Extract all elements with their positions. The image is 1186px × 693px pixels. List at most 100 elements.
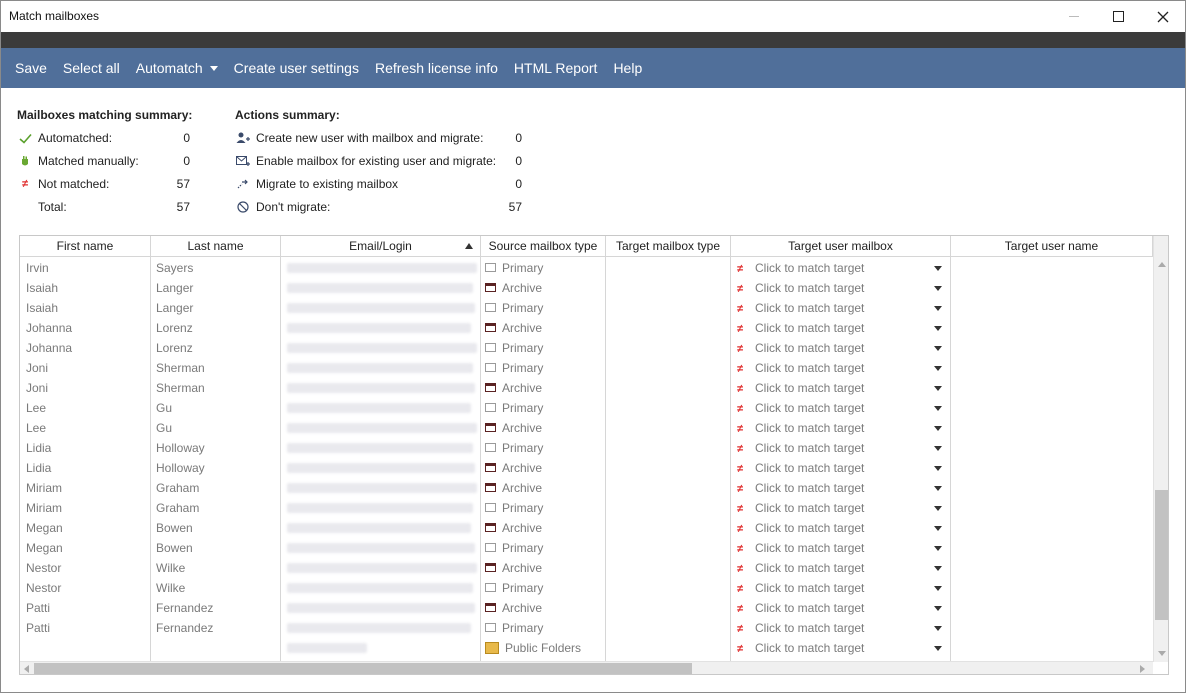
chevron-down-icon[interactable] (934, 286, 942, 291)
chevron-down-icon[interactable] (934, 406, 942, 411)
summary-label: Automatched: (38, 131, 113, 145)
archive-mailbox-icon (485, 323, 496, 333)
table-row[interactable]: Lee Gu Archive ≠ Click to match target (20, 418, 1153, 438)
horizontal-scroll-thumb[interactable] (34, 663, 692, 674)
table-row[interactable]: Johanna Lorenz Primary ≠ Click to match targ… (20, 338, 1153, 358)
table-row[interactable]: Miriam Graham Primary ≠ Click to match targe… (20, 498, 1153, 518)
chevron-down-icon[interactable] (934, 386, 942, 391)
table-row[interactable]: Lee Gu Primary ≠ Click to match target (20, 398, 1153, 418)
chevron-down-icon[interactable] (934, 266, 942, 271)
table-row[interactable]: Joni Sherman Archive ≠ Click to match target (20, 378, 1153, 398)
table-row[interactable]: Patti Fernandez Archive ≠ Click to match tar… (20, 598, 1153, 618)
target-mailbox-dropdown[interactable]: ≠ Click to match target (737, 578, 949, 598)
table-row[interactable]: Nestor Wilke Primary ≠ Click to match target (20, 578, 1153, 598)
target-mailbox-dropdown[interactable]: ≠ Click to match target (737, 438, 949, 458)
target-mailbox-dropdown[interactable]: ≠ Click to match target (737, 318, 949, 338)
save-button[interactable]: Save (7, 48, 55, 88)
select-all-button[interactable]: Select all (55, 48, 128, 88)
column-header-email[interactable]: Email/Login (281, 236, 481, 257)
target-mailbox-dropdown[interactable]: ≠ Click to match target (737, 298, 949, 318)
chevron-down-icon[interactable] (934, 446, 942, 451)
table-row[interactable]: Johanna Lorenz Archive ≠ Click to match targ… (20, 318, 1153, 338)
column-header-last-name[interactable]: Last name (151, 236, 281, 257)
scroll-left-icon[interactable] (24, 665, 29, 673)
maximize-button[interactable] (1095, 1, 1141, 32)
horizontal-scrollbar[interactable] (20, 661, 1153, 674)
target-mailbox-dropdown[interactable]: ≠ Click to match target (737, 518, 949, 538)
chevron-down-icon[interactable] (934, 526, 942, 531)
target-mailbox-dropdown[interactable]: ≠ Click to match target (737, 358, 949, 378)
create-user-settings-button[interactable]: Create user settings (226, 48, 367, 88)
column-header-target-mailbox[interactable]: Target user mailbox (731, 236, 951, 257)
table-row[interactable]: Isaiah Langer Primary ≠ Click to match targe… (20, 298, 1153, 318)
target-mailbox-dropdown[interactable]: ≠ Click to match target (737, 418, 949, 438)
scroll-right-icon[interactable] (1140, 665, 1145, 673)
mail-icon (485, 263, 496, 273)
table-row[interactable]: Joni Sherman Primary ≠ Click to match target (20, 358, 1153, 378)
chevron-down-icon[interactable] (934, 606, 942, 611)
table-row[interactable]: Megan Bowen Primary ≠ Click to match target (20, 538, 1153, 558)
column-header-target-user-name[interactable]: Target user name (951, 236, 1153, 257)
target-mailbox-dropdown[interactable]: ≠ Click to match target (737, 618, 949, 638)
target-mailbox-dropdown[interactable]: ≠ Click to match target (737, 498, 949, 518)
target-mailbox-dropdown[interactable]: ≠ Click to match target (737, 538, 949, 558)
last-name-cell (156, 638, 276, 658)
target-mailbox-dropdown[interactable]: ≠ Click to match target (737, 598, 949, 618)
chevron-down-icon[interactable] (934, 586, 942, 591)
table-row[interactable]: Patti Fernandez Primary ≠ Click to match tar… (20, 618, 1153, 638)
scroll-down-icon[interactable] (1158, 651, 1166, 656)
scroll-up-icon[interactable] (1158, 262, 1166, 267)
public-folder-icon (485, 641, 499, 654)
not-equal-icon: ≠ (737, 283, 744, 295)
refresh-license-button[interactable]: Refresh license info (367, 48, 506, 88)
action-create-user: Create new user with mailbox and migrate… (235, 130, 522, 146)
vertical-scroll-thumb[interactable] (1155, 490, 1168, 620)
chevron-down-icon[interactable] (934, 466, 942, 471)
table-row[interactable]: Miriam Graham Archive ≠ Click to match targe… (20, 478, 1153, 498)
table-row[interactable]: Lidia Holloway Primary ≠ Click to match targ… (20, 438, 1153, 458)
close-button[interactable] (1140, 1, 1186, 32)
target-mailbox-dropdown[interactable]: ≠ Click to match target (737, 378, 949, 398)
target-mailbox-dropdown[interactable]: ≠ Click to match target (737, 338, 949, 358)
vertical-scrollbar[interactable] (1153, 236, 1168, 662)
source-mailbox-type-label: Primary (502, 361, 544, 375)
chevron-down-icon[interactable] (934, 426, 942, 431)
chevron-down-icon[interactable] (934, 326, 942, 331)
help-button[interactable]: Help (605, 48, 650, 88)
no-icon (235, 199, 251, 215)
target-mailbox-dropdown[interactable]: ≠ Click to match target (737, 558, 949, 578)
column-header-source-type[interactable]: Source mailbox type (481, 236, 606, 257)
table-row[interactable]: Irvin Sayers Primary ≠ Click to match target (20, 258, 1153, 278)
chevron-down-icon[interactable] (934, 486, 942, 491)
chevron-down-icon[interactable] (934, 626, 942, 631)
chevron-down-icon[interactable] (934, 646, 942, 651)
chevron-down-icon[interactable] (934, 546, 942, 551)
source-mailbox-type-cell: Primary (485, 618, 603, 638)
html-report-button[interactable]: HTML Report (506, 48, 606, 88)
minimize-button[interactable] (1051, 1, 1097, 32)
column-header-first-name[interactable]: First name (20, 236, 151, 257)
target-mailbox-dropdown[interactable]: ≠ Click to match target (737, 258, 949, 278)
chevron-down-icon[interactable] (934, 566, 942, 571)
source-mailbox-type-cell: Primary (485, 438, 603, 458)
chevron-down-icon[interactable] (934, 366, 942, 371)
email-cell-redacted (287, 523, 471, 533)
target-mailbox-dropdown[interactable]: ≠ Click to match target (737, 638, 949, 658)
table-row[interactable]: Lidia Holloway Archive ≠ Click to match targ… (20, 458, 1153, 478)
column-header-target-type[interactable]: Target mailbox type (606, 236, 731, 257)
table-row[interactable]: Isaiah Langer Archive ≠ Click to match targe… (20, 278, 1153, 298)
last-name-cell: Graham (156, 481, 200, 495)
target-mailbox-dropdown[interactable]: ≠ Click to match target (737, 478, 949, 498)
archive-mailbox-icon (485, 423, 496, 433)
chevron-down-icon[interactable] (934, 306, 942, 311)
target-mailbox-dropdown[interactable]: ≠ Click to match target (737, 278, 949, 298)
first-name-cell: Patti (26, 621, 51, 635)
table-row[interactable]: Nestor Wilke Archive ≠ Click to match target (20, 558, 1153, 578)
chevron-down-icon[interactable] (934, 506, 942, 511)
target-mailbox-dropdown[interactable]: ≠ Click to match target (737, 398, 949, 418)
target-mailbox-dropdown[interactable]: ≠ Click to match target (737, 458, 949, 478)
chevron-down-icon[interactable] (934, 346, 942, 351)
automatch-dropdown[interactable]: Automatch (128, 48, 226, 88)
table-row[interactable]: Public Folders ≠ Click to match target (20, 638, 1153, 658)
table-row[interactable]: Megan Bowen Archive ≠ Click to match target (20, 518, 1153, 538)
